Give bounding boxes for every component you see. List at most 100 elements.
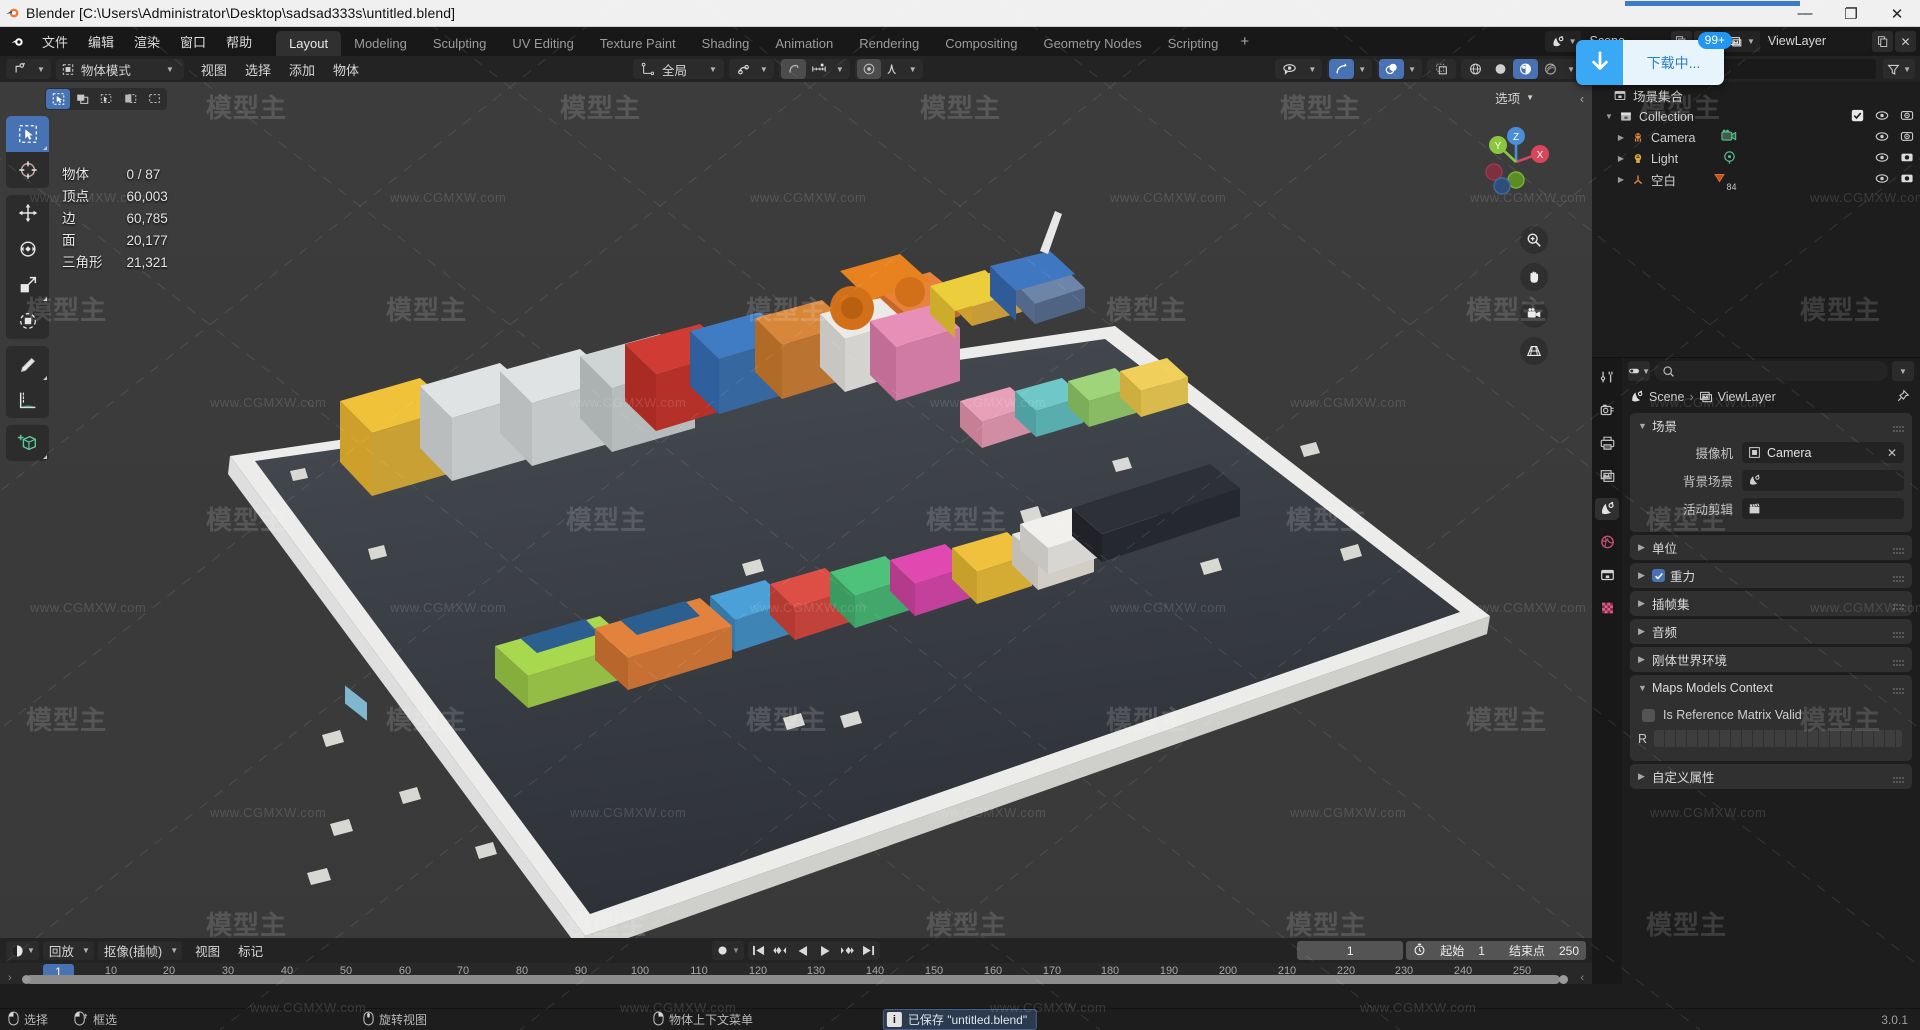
keying-chevron-down-icon[interactable]: ▼ xyxy=(170,946,178,955)
panel-audio-header[interactable]: ▶ 音频 xyxy=(1630,619,1912,644)
properties-type-chevron-down-icon[interactable]: ▼ xyxy=(1642,367,1650,376)
tab-sculpting[interactable]: Sculpting xyxy=(420,31,499,56)
mode-chevron-down-icon[interactable]: ▼ xyxy=(162,65,178,74)
camera-data-icon[interactable] xyxy=(1721,129,1737,147)
light-data-icon[interactable] xyxy=(1722,150,1737,168)
pin-icon[interactable] xyxy=(1896,389,1910,406)
panel-custom-properties-header[interactable]: ▶ 自定义属性 xyxy=(1630,764,1912,789)
solid-shading-icon[interactable] xyxy=(1488,59,1513,79)
scale-tool[interactable] xyxy=(6,267,49,303)
increment-chevron-down-icon[interactable]: ▼ xyxy=(832,65,848,74)
move-tool[interactable] xyxy=(6,195,49,231)
viewport-options-dropdown[interactable]: 选项 ▼ xyxy=(1495,88,1534,107)
menu-render[interactable]: 渲染 xyxy=(124,29,170,54)
rendered-shading-icon[interactable] xyxy=(1538,59,1563,79)
outliner-row-camera[interactable]: ▶ Camera xyxy=(1592,127,1920,148)
outliner-row-light[interactable]: ▶ Light xyxy=(1592,148,1920,169)
camera-view-icon[interactable] xyxy=(1520,300,1548,328)
menu-file[interactable]: 文件 xyxy=(32,29,78,54)
3d-viewport[interactable]: ▼ 物体模式 ▼ 视图 选择 添加 物体 全局 ▼ ▼ ▼ ▼ ▼ ▼ ▼ ▼ … xyxy=(0,56,1592,984)
snap-controls[interactable]: ▼ xyxy=(728,59,774,79)
panel-grip-icon[interactable] xyxy=(1893,572,1904,582)
object-visibility-icon[interactable] xyxy=(1277,59,1304,79)
circle-select-icon[interactable] xyxy=(94,89,118,109)
play-reverse-button[interactable] xyxy=(792,941,814,960)
viewlayer-icon[interactable] xyxy=(1595,465,1619,487)
magnet-icon[interactable] xyxy=(731,59,756,79)
outliner-row-empty[interactable]: ▶ 空白 84 xyxy=(1592,169,1920,192)
viewport-menu-view[interactable]: 视图 xyxy=(192,58,236,81)
empty-data-icon[interactable]: 84 xyxy=(1712,171,1741,192)
proportional-falloff-controls[interactable]: ▼ xyxy=(854,59,923,79)
editor-type-chevron-down-icon[interactable]: ▼ xyxy=(33,65,49,74)
frame-range-fields[interactable]: 起始 1 结束点 250 xyxy=(1406,941,1586,960)
scene-icon[interactable] xyxy=(1595,498,1619,520)
outliner-row-toggles[interactable] xyxy=(1875,130,1914,145)
output-icon[interactable] xyxy=(1595,432,1619,454)
cursor-tool[interactable] xyxy=(6,152,49,188)
jump-to-start-button[interactable] xyxy=(748,941,770,960)
active-clip-field[interactable] xyxy=(1742,498,1904,519)
panel-expand-triangle-icon[interactable]: ▶ xyxy=(1638,626,1652,637)
falloff-chevron-down-icon[interactable]: ▼ xyxy=(905,65,921,74)
extend-select-icon[interactable] xyxy=(142,89,166,109)
timeline-menu-playback[interactable]: 回放 ▼ xyxy=(42,941,94,960)
timeline-frame-controls[interactable]: 1 起始 1 结束点 250 xyxy=(1297,941,1586,960)
proportional-edit-icon[interactable] xyxy=(780,59,806,79)
panel-units-header[interactable]: ▶ 单位 xyxy=(1630,535,1912,560)
gizmo-icon[interactable] xyxy=(1329,59,1355,79)
timeline-type-chevron-down-icon[interactable]: ▼ xyxy=(27,946,35,955)
autokey-chevron-down-icon[interactable]: ▼ xyxy=(732,946,740,955)
expand-triangle-icon[interactable]: ▶ xyxy=(1614,133,1628,142)
overlay-controls[interactable]: ▼ xyxy=(1377,59,1423,79)
annotate-tool[interactable] xyxy=(6,346,49,382)
falloff-curve-icon[interactable] xyxy=(881,59,905,79)
panel-grip-icon[interactable] xyxy=(1893,422,1904,432)
outliner-row-collection[interactable]: ▼ Collection xyxy=(1592,106,1920,127)
snap-increment-icon[interactable] xyxy=(806,59,832,79)
eye-icon[interactable] xyxy=(1875,131,1889,145)
camera-render-icon[interactable] xyxy=(1900,172,1914,187)
viewport-menu-add[interactable]: 添加 xyxy=(280,58,324,81)
tweak-select-icon[interactable] xyxy=(46,89,70,109)
transform-tool[interactable] xyxy=(6,303,49,339)
timeline-editor-type-button[interactable]: ▼ xyxy=(6,941,39,960)
panel-expand-triangle-icon[interactable]: ▶ xyxy=(1638,771,1652,782)
background-scene-field[interactable] xyxy=(1742,470,1904,491)
panel-expand-triangle-icon[interactable]: ▼ xyxy=(1638,683,1652,693)
menu-window[interactable]: 窗口 xyxy=(170,29,216,54)
blender-logo-icon[interactable] xyxy=(6,32,28,52)
window-controls[interactable]: — ❐ ✕ xyxy=(1782,0,1920,27)
select-box-tool[interactable] xyxy=(6,116,49,152)
properties-editor-type-button[interactable]: ▼ xyxy=(1628,361,1650,381)
panel-expand-triangle-icon[interactable]: ▶ xyxy=(1638,598,1652,609)
outliner-row-toggles[interactable] xyxy=(1875,172,1914,187)
panel-expand-triangle-icon[interactable]: ▶ xyxy=(1638,542,1652,553)
eye-icon[interactable] xyxy=(1875,152,1889,166)
use-preview-range-icon[interactable] xyxy=(1413,943,1426,959)
gravity-checkbox[interactable] xyxy=(1652,569,1665,582)
menu-help[interactable]: 帮助 xyxy=(216,29,262,54)
panel-gravity-header[interactable]: ▶ 重力 xyxy=(1630,563,1912,588)
panel-expand-triangle-icon[interactable]: ▶ xyxy=(1638,654,1652,665)
timeline-menu-view[interactable]: 视图 xyxy=(186,940,229,961)
tab-animation[interactable]: Animation xyxy=(762,31,846,56)
timeline-scroll-knob-right[interactable] xyxy=(1559,975,1568,984)
gizmo-chevron-down-icon[interactable]: ▼ xyxy=(1354,65,1370,74)
tab-geometry-nodes[interactable]: Geometry Nodes xyxy=(1030,31,1154,56)
timeline-menu-keying[interactable]: 抠像(插帧) ▼ xyxy=(97,941,183,960)
timeline-transport-controls[interactable]: ▼ xyxy=(712,941,880,960)
material-preview-shading-icon[interactable] xyxy=(1513,59,1539,79)
expand-triangle-icon[interactable]: ▶ xyxy=(1614,175,1628,184)
clear-camera-icon[interactable]: ✕ xyxy=(1887,446,1897,460)
eye-icon[interactable] xyxy=(1875,173,1889,187)
viewlayer-name-field[interactable]: ViewLayer xyxy=(1759,31,1870,52)
rotate-tool[interactable] xyxy=(6,231,49,267)
overlay-chevron-down-icon[interactable]: ▼ xyxy=(1404,65,1420,74)
camera-render-icon[interactable] xyxy=(1900,151,1914,166)
jump-to-end-button[interactable] xyxy=(858,941,880,960)
delete-viewlayer-button[interactable]: ✕ xyxy=(1895,31,1916,52)
panel-grip-icon[interactable] xyxy=(1893,656,1904,666)
playback-buttons[interactable] xyxy=(747,941,880,960)
world-icon[interactable] xyxy=(1595,531,1619,553)
